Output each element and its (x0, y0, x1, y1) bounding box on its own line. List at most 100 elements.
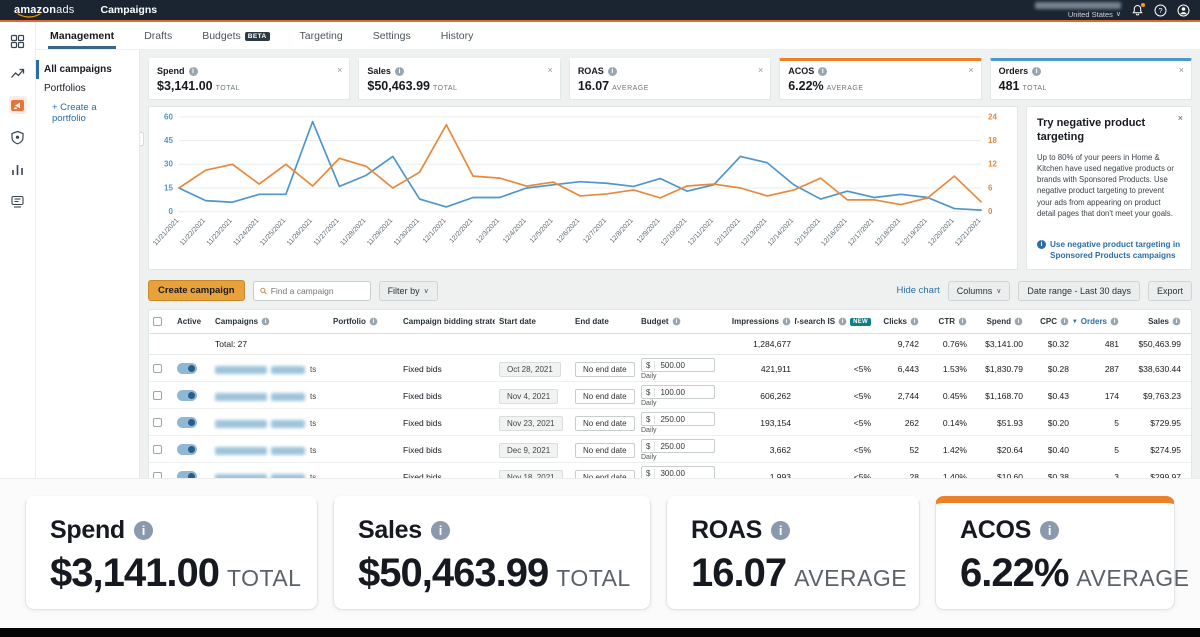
columns-button[interactable]: Columns ∨ (948, 281, 1011, 301)
sidebar-item-portfolios[interactable]: Portfolios (36, 79, 139, 98)
close-icon[interactable]: × (548, 65, 553, 75)
tab-drafts[interactable]: Drafts (142, 24, 174, 49)
cell-campaign: ts (211, 469, 329, 478)
end-date-field[interactable]: No end date (575, 362, 635, 377)
row-checkbox[interactable] (153, 445, 162, 454)
create-portfolio-link[interactable]: + Create a portfolio (36, 98, 139, 128)
row-checkbox[interactable] (153, 364, 162, 373)
info-icon[interactable]: i (1173, 318, 1181, 326)
campaign-name-redacted[interactable] (215, 366, 267, 374)
search-input[interactable] (271, 286, 364, 296)
budget-input[interactable]: $250.00 (641, 439, 715, 453)
active-toggle[interactable] (177, 390, 197, 401)
create-campaign-button[interactable]: Create campaign (148, 280, 245, 301)
budget-input[interactable]: $100.00 (641, 385, 715, 399)
campaign-name-redacted[interactable] (215, 447, 267, 455)
campaign-name-redacted[interactable] (215, 474, 267, 478)
metric-card-acos[interactable]: ACOSi×6.22%AVERAGE (779, 58, 981, 100)
budget-input[interactable]: $500.00 (641, 358, 715, 372)
recommendation-link[interactable]: i Use negative product targeting in Spon… (1037, 239, 1181, 261)
amazon-ads-campaigns-screen: amazonads Campaigns United States ∨ ? (0, 0, 1200, 637)
dashboard-icon[interactable] (9, 32, 27, 50)
campaign-name-redacted[interactable] (215, 393, 267, 401)
sort-desc-icon: ▼ (1073, 319, 1078, 325)
info-icon[interactable]: i (189, 67, 198, 76)
performance-icon[interactable] (9, 64, 27, 82)
end-date-field[interactable]: No end date (575, 389, 635, 404)
campaign-name-redacted[interactable] (215, 420, 267, 428)
sidebar-item-all-campaigns[interactable]: All campaigns (36, 60, 139, 79)
info-icon[interactable]: i (959, 318, 967, 326)
library-icon[interactable] (9, 192, 27, 210)
info-icon[interactable]: i (608, 67, 617, 76)
line-chart[interactable]: 0153045600612182411/21/202111/22/202111/… (149, 107, 1017, 269)
active-toggle[interactable] (177, 444, 197, 455)
select-all-checkbox[interactable] (153, 317, 162, 326)
close-icon[interactable]: × (758, 65, 763, 75)
info-icon[interactable]: i (1061, 318, 1069, 326)
metric-card-spend[interactable]: Spendi×$3,141.00TOTAL (148, 58, 350, 100)
export-button[interactable]: Export (1148, 281, 1192, 301)
row-checkbox[interactable] (153, 391, 162, 400)
info-icon[interactable]: i (262, 318, 270, 326)
info-icon[interactable]: i (818, 67, 827, 76)
start-date-button[interactable]: Oct 28, 2021 (499, 362, 561, 377)
info-icon[interactable]: i (1015, 318, 1023, 326)
tab-history[interactable]: History (439, 24, 476, 49)
active-toggle[interactable] (177, 471, 197, 479)
hide-chart-link[interactable]: Hide chart (896, 285, 939, 296)
close-icon[interactable]: × (1178, 113, 1183, 123)
header-select[interactable] (149, 310, 173, 333)
end-date-field[interactable]: No end date (575, 416, 635, 431)
metric-card-sales[interactable]: Salesi×$50,463.99TOTAL (358, 58, 560, 100)
currency-symbol: $ (642, 361, 655, 370)
info-icon[interactable]: i (839, 318, 847, 326)
info-icon[interactable]: i (395, 67, 404, 76)
metric-card-orders[interactable]: Ordersi×481TOTAL (990, 58, 1192, 100)
campaigns-icon[interactable] (9, 96, 27, 114)
budget-input[interactable]: $300.00 (641, 466, 715, 478)
filter-by-button[interactable]: Filter by ∨ (379, 281, 438, 301)
info-icon[interactable]: i (370, 318, 378, 326)
notifications-bell-icon[interactable] (1131, 4, 1144, 17)
close-icon[interactable]: × (337, 65, 342, 75)
cell-sales: $274.95 (1123, 442, 1185, 458)
info-icon[interactable]: i (911, 318, 919, 326)
region-selector[interactable]: United States ∨ (1068, 10, 1121, 19)
info-icon[interactable]: i (783, 318, 791, 326)
tab-targeting[interactable]: Targeting (298, 24, 345, 49)
help-icon[interactable]: ? (1154, 4, 1167, 17)
info-icon[interactable]: i (1111, 318, 1119, 326)
active-toggle[interactable] (177, 417, 197, 428)
cell-portfolio (329, 366, 399, 372)
start-date-button[interactable]: Nov 18, 2021 (499, 470, 563, 479)
start-date-button[interactable]: Nov 4, 2021 (499, 389, 558, 404)
info-icon[interactable]: i (1032, 67, 1041, 76)
brand-safety-icon[interactable] (9, 128, 27, 146)
close-icon[interactable]: × (968, 65, 973, 75)
end-date-field[interactable]: No end date (575, 443, 635, 458)
budget-input[interactable]: $250.00 (641, 412, 715, 426)
tab-budgets[interactable]: BudgetsBETA (200, 24, 271, 49)
sidebar-collapse-button[interactable]: « (140, 132, 144, 146)
recommendation-panel: × Try negative product targeting Up to 8… (1026, 106, 1192, 270)
active-toggle[interactable] (177, 363, 197, 374)
start-date-button[interactable]: Dec 9, 2021 (499, 443, 558, 458)
user-account-icon[interactable] (1177, 4, 1190, 17)
total-campaign: Total: 27 (211, 334, 329, 354)
info-icon[interactable]: i (672, 318, 680, 326)
end-date-field[interactable]: No end date (575, 470, 635, 479)
amazon-ads-logo[interactable]: amazonads (14, 4, 75, 16)
budget-period-label: Daily (641, 373, 717, 380)
insights-icon[interactable] (9, 160, 27, 178)
tab-management[interactable]: Management (48, 24, 116, 49)
header-orders[interactable]: ▼Ordersi (1073, 310, 1123, 333)
start-date-button[interactable]: Nov 23, 2021 (499, 416, 563, 431)
close-icon[interactable]: × (1179, 65, 1184, 75)
tab-settings[interactable]: Settings (371, 24, 413, 49)
date-range-button[interactable]: Date range - Last 30 days (1018, 281, 1140, 301)
row-checkbox[interactable] (153, 418, 162, 427)
metric-card-roas[interactable]: ROASi×16.07AVERAGE (569, 58, 771, 100)
account-switcher[interactable]: United States ∨ (1035, 2, 1121, 19)
campaign-search[interactable] (253, 281, 371, 301)
